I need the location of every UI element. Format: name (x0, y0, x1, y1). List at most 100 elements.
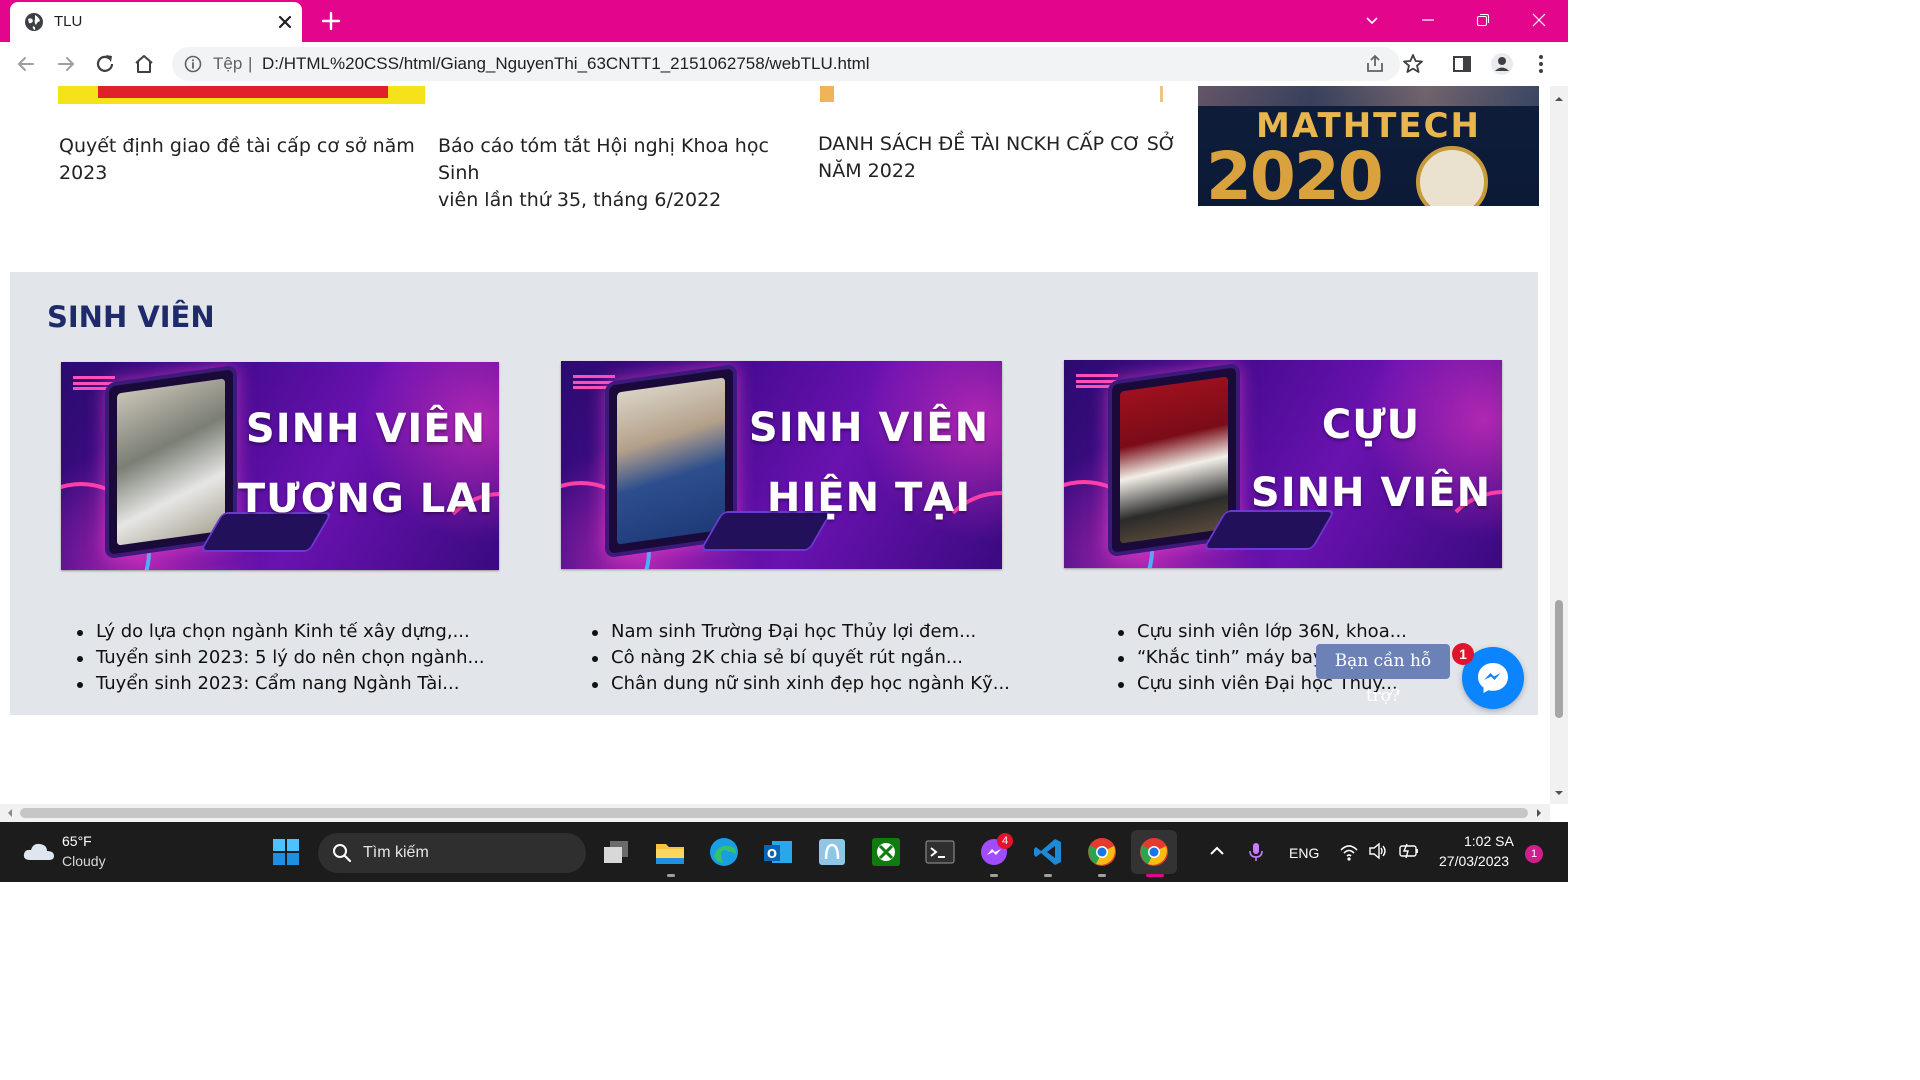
list-item[interactable]: Tuyển sinh 2023: 5 lý do nên chọn ngành.… (77, 645, 485, 671)
address-bar[interactable]: Tệp | D:/HTML%20CSS/html/Giang_NguyenThi… (172, 47, 1400, 81)
app-icon[interactable] (814, 834, 850, 870)
news-title-3[interactable]: DANH SÁCH ĐỀ TÀI NCKH CẤP CƠ SỞ NĂM 2022 (818, 131, 1188, 185)
restore-icon[interactable] (1465, 6, 1501, 34)
close-tab-icon[interactable] (274, 11, 296, 33)
weather-temperature[interactable]: 65°F (62, 833, 92, 849)
messenger-badge: 1 (1452, 643, 1474, 665)
running-indicator (1098, 874, 1106, 877)
news-thumbnail-3[interactable] (820, 86, 836, 104)
news-title-2-line2[interactable]: viên lần thứ 35, tháng 6/2022 (438, 187, 808, 214)
info-icon[interactable] (184, 55, 202, 73)
clock-date[interactable]: 27/03/2023 (1439, 853, 1509, 869)
list-item[interactable]: Cựu sinh viên lớp 36N, khoa... (1118, 619, 1407, 645)
banner-line2: HIỆN TẠI (766, 475, 972, 521)
running-indicator (667, 874, 675, 877)
news-title-1[interactable]: Quyết định giao đề tài cấp cơ sở năm 202… (59, 133, 439, 187)
messenger-notification-badge: 4 (997, 833, 1013, 849)
browser-toolbar: Tệp | D:/HTML%20CSS/html/Giang_NguyenThi… (0, 42, 1568, 86)
close-window-icon[interactable] (1521, 6, 1557, 34)
edge-icon[interactable] (706, 834, 742, 870)
vscode-icon[interactable] (1030, 834, 1066, 870)
news-thumbnail-1[interactable] (58, 86, 425, 104)
news-title-2-line1[interactable]: Báo cáo tóm tắt Hội nghị Khoa học Sinh (438, 133, 808, 187)
back-icon[interactable] (14, 52, 38, 76)
clock-time[interactable]: 1:02 SA (1464, 833, 1514, 849)
notification-badge[interactable]: 1 (1525, 845, 1543, 863)
file-explorer-icon[interactable] (652, 834, 688, 870)
windows-start-icon[interactable] (268, 834, 304, 870)
scroll-down-icon[interactable] (1552, 786, 1566, 800)
xbox-icon[interactable] (868, 834, 904, 870)
active-indicator (1146, 874, 1164, 877)
wifi-icon[interactable] (1339, 843, 1359, 861)
outlook-icon[interactable]: O (760, 834, 796, 870)
reload-icon[interactable] (93, 52, 117, 76)
taskbar-search[interactable]: Tìm kiếm (318, 833, 586, 873)
list-item[interactable]: Chân dung nữ sinh xinh đẹp học ngành Kỹ.… (592, 671, 1010, 697)
terminal-icon[interactable] (922, 834, 958, 870)
city-skyline-graphic (1198, 86, 1539, 106)
microphone-icon[interactable] (1248, 841, 1264, 863)
university-seal-icon (1416, 146, 1488, 206)
scroll-left-icon[interactable] (3, 806, 17, 820)
banner-line1: SINH VIÊN (245, 406, 487, 452)
side-panel-icon[interactable] (1450, 52, 1474, 76)
scheme-separator: | (248, 54, 253, 73)
news-title-3-line1[interactable]: DANH SÁCH ĐỀ TÀI NCKH CẤP CƠ SỞ (818, 131, 1188, 158)
current-students-links: Nam sinh Trường Đại học Thủy lợi đem... … (592, 619, 1010, 697)
mathtech-banner[interactable]: MATHTECH 2020 (1198, 86, 1539, 206)
forward-icon[interactable] (54, 52, 78, 76)
weather-condition[interactable]: Cloudy (62, 853, 106, 869)
list-item[interactable]: Cô nàng 2K chia sẻ bí quyết rút ngắn... (592, 645, 1010, 671)
tab-title: TLU (54, 13, 83, 30)
banner-line1: SINH VIÊN (748, 405, 990, 451)
svg-text:O: O (767, 847, 777, 861)
scroll-up-icon[interactable] (1552, 92, 1566, 106)
news-title-1-line1[interactable]: Quyết định giao đề tài cấp cơ sở năm 202… (59, 133, 439, 187)
battery-icon[interactable] (1398, 842, 1420, 860)
banner-alumni[interactable]: CỰU SINH VIÊN (1064, 360, 1502, 568)
chevron-up-icon[interactable] (1208, 844, 1226, 858)
volume-icon[interactable] (1368, 842, 1388, 860)
star-icon[interactable] (1401, 52, 1425, 76)
news-title-3-line2[interactable]: NĂM 2022 (818, 158, 1188, 185)
vertical-scroll-thumb[interactable] (1550, 600, 1568, 718)
support-bubble[interactable]: Bạn cần hỗ trợ? (1316, 644, 1450, 706)
banner-line1: CỰU (1321, 402, 1421, 448)
horizontal-scroll-thumb[interactable] (20, 808, 1528, 818)
running-indicator (990, 874, 998, 877)
new-tab-icon[interactable] (318, 8, 344, 34)
profile-icon[interactable] (1490, 52, 1514, 76)
browser-tab[interactable]: TLU (10, 2, 302, 42)
news-thumbnail-edge (1158, 86, 1166, 104)
news-title-2[interactable]: Báo cáo tóm tắt Hội nghị Khoa học Sinh v… (438, 133, 808, 214)
minimize-icon[interactable] (1410, 6, 1446, 34)
chrome-icon[interactable] (1084, 834, 1120, 870)
banner-future-students[interactable]: SINH VIÊN TƯƠNG LAI (61, 362, 499, 570)
search-icon (333, 844, 352, 863)
banner-line2: TƯƠNG LAI (237, 476, 495, 522)
globe-icon (25, 13, 43, 31)
language-indicator[interactable]: ENG (1289, 845, 1319, 861)
list-item[interactable]: Nam sinh Trường Đại học Thủy lợi đem... (592, 619, 1010, 645)
home-icon[interactable] (132, 52, 156, 76)
page-viewport: Quyết định giao đề tài cấp cơ sở năm 202… (0, 86, 1550, 804)
section-heading: SINH VIÊN (47, 300, 215, 334)
future-students-links: Lý do lựa chọn ngành Kinh tế xây dựng,..… (77, 619, 485, 697)
menu-icon[interactable] (1529, 52, 1553, 76)
scroll-right-icon[interactable] (1532, 806, 1546, 820)
search-placeholder: Tìm kiếm (363, 844, 429, 861)
list-item[interactable]: Lý do lựa chọn ngành Kinh tế xây dựng,..… (77, 619, 485, 645)
file-scheme-label: Tệp (213, 54, 243, 73)
banner-current-students[interactable]: SINH VIÊN HIỆN TẠI (561, 361, 1002, 569)
weather-cloud-icon[interactable] (22, 838, 56, 862)
list-item[interactable]: Tuyển sinh 2023: Cẩm nang Ngành Tài... (77, 671, 485, 697)
chrome-active-icon[interactable] (1131, 830, 1177, 874)
task-view-icon[interactable] (598, 834, 634, 870)
banner-line2: SINH VIÊN (1250, 470, 1492, 516)
running-indicator (1044, 874, 1052, 877)
mathtech-year: 2020 (1206, 138, 1384, 206)
tab-search-icon[interactable] (1354, 6, 1390, 34)
share-icon[interactable] (1364, 53, 1386, 75)
url-text[interactable]: D:/HTML%20CSS/html/Giang_NguyenThi_63CNT… (262, 54, 870, 74)
